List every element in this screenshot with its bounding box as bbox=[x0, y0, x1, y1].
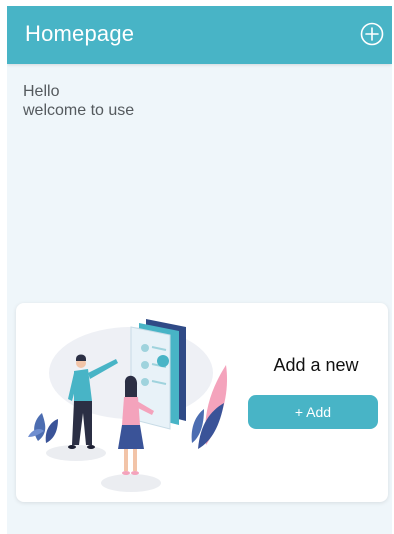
greeting-hello: Hello bbox=[23, 83, 60, 100]
add-button[interactable]: + Add bbox=[248, 395, 378, 429]
app-screen: Homepage Hello welcome to use Add a new … bbox=[7, 6, 392, 534]
people-with-documents-illustration bbox=[28, 319, 228, 492]
greeting: Hello welcome to use bbox=[23, 82, 134, 120]
app-header: Homepage bbox=[7, 6, 392, 64]
page-title: Homepage bbox=[25, 21, 135, 46]
plus-circle-icon[interactable] bbox=[360, 22, 384, 46]
greeting-welcome: welcome to use bbox=[23, 102, 135, 119]
add-new-card: Add a new + Add bbox=[16, 303, 388, 502]
add-new-title: Add a new bbox=[273, 355, 359, 375]
